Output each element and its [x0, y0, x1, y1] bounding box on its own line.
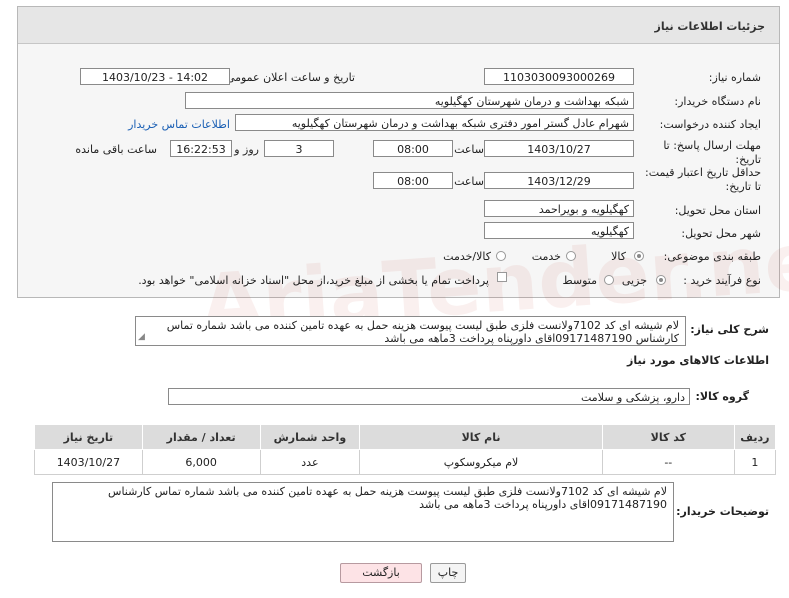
process-partial-radio[interactable] [656, 275, 666, 285]
process-medium-label: متوسط [562, 274, 597, 287]
category-goods-radio[interactable] [634, 251, 644, 261]
print-button[interactable]: چاپ [430, 563, 466, 583]
price-validity-time-label: ساعت [454, 175, 484, 188]
cell-qty: 6,000 [141, 449, 261, 475]
col-qty-header: تعداد / مقدار [141, 424, 261, 450]
resize-grip-icon: ◢ [138, 332, 145, 342]
back-button[interactable]: بازگشت [340, 563, 422, 583]
cell-name: لام میکروسکوپ [359, 449, 603, 475]
cell-code: -- [601, 449, 735, 475]
col-name-header: نام کالا [359, 424, 603, 450]
cell-row: 1 [733, 449, 777, 475]
cell-unit: عدد [259, 449, 361, 475]
deadline-time-field: 08:00 [373, 140, 453, 157]
description-textarea[interactable]: لام شیشه ای کد 7102ولانست فلزی طبق لیست … [135, 316, 686, 346]
buyer-org-field: شبکه بهداشت و درمان شهرستان کهگیلویه [185, 92, 634, 109]
category-goods-service-radio[interactable] [496, 251, 506, 261]
announce-datetime-label: تاریخ و ساعت اعلان عمومی: [222, 71, 355, 84]
buyer-notes-label: توضیحات خریدار: [676, 505, 769, 518]
category-service-radio[interactable] [566, 251, 576, 261]
city-label: شهر محل تحویل: [681, 227, 761, 240]
treasury-payment-note: پرداخت تمام یا بخشی از مبلغ خرید،از محل … [138, 274, 489, 287]
category-label: طبقه بندی موضوعی: [663, 250, 761, 263]
days-label: روز و [234, 143, 259, 156]
creator-label: ایجاد کننده درخواست: [659, 118, 761, 131]
process-type-label: نوع فرآیند خرید : [683, 274, 761, 287]
remaining-time-field: 16:22:53 [170, 140, 232, 157]
goods-table: ردیف کد کالا نام کالا واحد شمارش تعداد /… [34, 424, 777, 475]
days-remaining-field: 3 [264, 140, 334, 157]
category-goods-label: کالا [611, 250, 626, 263]
table-row: 1 -- لام میکروسکوپ عدد 6,000 1403/10/27 [34, 449, 777, 475]
goods-group-label: گروه کالا: [695, 390, 749, 403]
deadline-label: مهلت ارسال پاسخ: تا تاریخ: [663, 139, 761, 166]
category-goods-service-label: کالا/خدمت [443, 250, 491, 263]
need-number-field: 1103030093000269 [484, 68, 634, 85]
col-date-header: تاریخ نیاز [34, 424, 143, 450]
process-partial-label: جزیی [621, 274, 647, 287]
announce-datetime-field: 1403/10/23 - 14:02 [80, 68, 230, 85]
province-field: کهگیلویه و بویراحمد [484, 200, 634, 217]
need-number-label: شماره نیاز: [708, 71, 761, 84]
cell-date: 1403/10/27 [34, 449, 143, 475]
goods-section-title: اطلاعات کالاهای مورد نیاز [627, 354, 769, 367]
deadline-time-label: ساعت [454, 143, 484, 156]
panel-title: جزئیات اطلاعات نیاز [654, 20, 766, 33]
description-text: لام شیشه ای کد 7102ولانست فلزی طبق لیست … [166, 319, 679, 345]
col-row-header: ردیف [733, 424, 777, 450]
buyer-org-label: نام دستگاه خریدار: [674, 95, 761, 108]
treasury-payment-checkbox[interactable] [497, 272, 507, 282]
buyer-notes-textarea[interactable]: لام شیشه ای کد 7102ولانست فلزی طبق لیست … [52, 482, 674, 542]
creator-field: شهرام عادل گستر امور دفتری شبکه بهداشت و… [235, 114, 634, 131]
table-header-row: ردیف کد کالا نام کالا واحد شمارش تعداد /… [34, 424, 777, 450]
deadline-date-field: 1403/10/27 [484, 140, 634, 157]
buyer-contact-link[interactable]: اطلاعات تماس خریدار [128, 118, 230, 131]
goods-group-field: دارو، پزشکی و سلامت [168, 388, 690, 405]
remaining-time-label: ساعت باقی مانده [75, 143, 157, 156]
col-unit-header: واحد شمارش [259, 424, 361, 450]
process-medium-radio[interactable] [604, 275, 614, 285]
province-label: استان محل تحویل: [674, 204, 761, 217]
city-field: کهگیلویه [484, 222, 634, 239]
description-label: شرح کلی نیاز: [690, 323, 769, 336]
category-service-label: خدمت [531, 250, 561, 263]
col-code-header: کد کالا [601, 424, 735, 450]
price-validity-label: حداقل تاریخ اعتبار قیمت: تا تاریخ: [645, 166, 761, 193]
price-validity-date-field: 1403/12/29 [484, 172, 634, 189]
buyer-notes-text: لام شیشه ای کد 7102ولانست فلزی طبق لیست … [108, 485, 667, 511]
price-validity-time-field: 08:00 [373, 172, 453, 189]
panel-header: جزئیات اطلاعات نیاز [18, 7, 779, 44]
